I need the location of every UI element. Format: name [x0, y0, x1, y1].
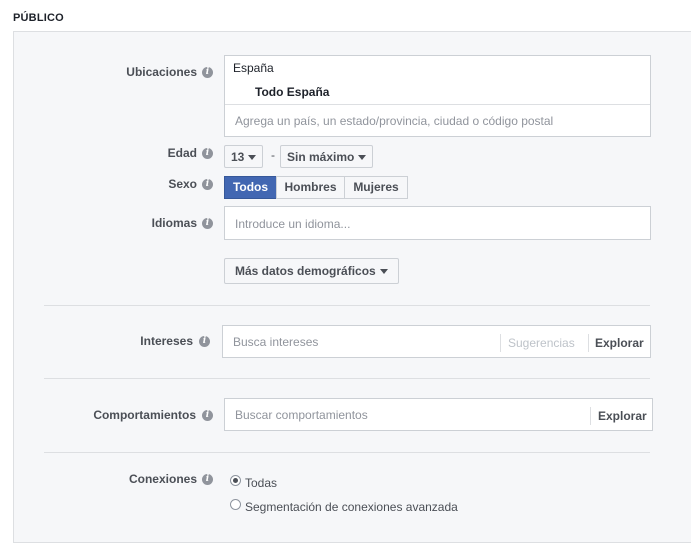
- info-icon[interactable]: i: [202, 179, 213, 190]
- connections-all-radio[interactable]: [230, 475, 241, 486]
- location-search-input[interactable]: Agrega un país, un estado/provincia, ciu…: [235, 114, 553, 128]
- interests-label: Intereses: [140, 334, 193, 348]
- info-icon[interactable]: i: [202, 474, 213, 485]
- separator: [590, 407, 591, 425]
- connections-label: Conexiones: [128, 472, 197, 486]
- location-selected[interactable]: Todo España: [255, 85, 329, 99]
- behaviors-explore-button[interactable]: Explorar: [598, 409, 647, 423]
- divider: [44, 452, 650, 453]
- locations-divider: [225, 104, 650, 105]
- more-demographics-button[interactable]: Más datos demográficos: [224, 258, 399, 284]
- connections-all-label[interactable]: Todas: [245, 476, 277, 490]
- gender-option-all[interactable]: Todos: [224, 176, 277, 199]
- age-min-dropdown[interactable]: 13: [224, 145, 264, 168]
- interests-search-box: Busca intereses Sugerencias Explorar: [222, 325, 651, 358]
- info-icon[interactable]: i: [202, 67, 213, 78]
- location-country: España: [233, 61, 274, 75]
- locations-label: Ubicaciones: [126, 65, 197, 79]
- interests-search-input[interactable]: Busca intereses: [233, 335, 318, 349]
- behaviors-search-input[interactable]: Buscar comportamientos: [235, 408, 368, 422]
- caret-down-icon: [248, 155, 257, 161]
- gender-option-women[interactable]: Mujeres: [344, 176, 408, 199]
- languages-input[interactable]: Introduce un idioma...: [224, 206, 651, 240]
- info-icon[interactable]: i: [202, 148, 213, 159]
- connections-advanced-radio[interactable]: [230, 499, 241, 510]
- languages-placeholder: Introduce un idioma...: [235, 217, 351, 231]
- age-separator: -: [271, 148, 275, 162]
- age-min-value: 13: [231, 150, 245, 164]
- caret-down-icon: [379, 269, 388, 275]
- separator: [588, 334, 589, 352]
- divider: [44, 378, 650, 379]
- separator: [500, 334, 501, 352]
- behaviors-search-box: Buscar comportamientos Explorar: [224, 398, 653, 431]
- age-max-dropdown[interactable]: Sin máximo: [280, 145, 374, 168]
- info-icon[interactable]: i: [199, 336, 210, 347]
- connections-advanced-label[interactable]: Segmentación de conexiones avanzada: [245, 500, 458, 514]
- interests-explore-button[interactable]: Explorar: [595, 336, 644, 350]
- gender-label: Sexo: [168, 177, 197, 191]
- age-max-value: Sin máximo: [287, 150, 355, 164]
- caret-down-icon: [358, 155, 367, 161]
- locations-box: España Todo España Agrega un país, un es…: [224, 55, 651, 137]
- more-demographics-label: Más datos demográficos: [235, 264, 376, 278]
- languages-label: Idiomas: [151, 216, 197, 230]
- age-label: Edad: [167, 146, 197, 160]
- divider: [44, 305, 650, 306]
- section-title: PÚBLICO: [13, 12, 64, 24]
- gender-option-men[interactable]: Hombres: [276, 176, 345, 199]
- info-icon[interactable]: i: [202, 218, 213, 229]
- suggestions-button[interactable]: Sugerencias: [508, 336, 575, 350]
- behaviors-label: Comportamientos: [93, 408, 196, 422]
- info-icon[interactable]: i: [202, 410, 213, 421]
